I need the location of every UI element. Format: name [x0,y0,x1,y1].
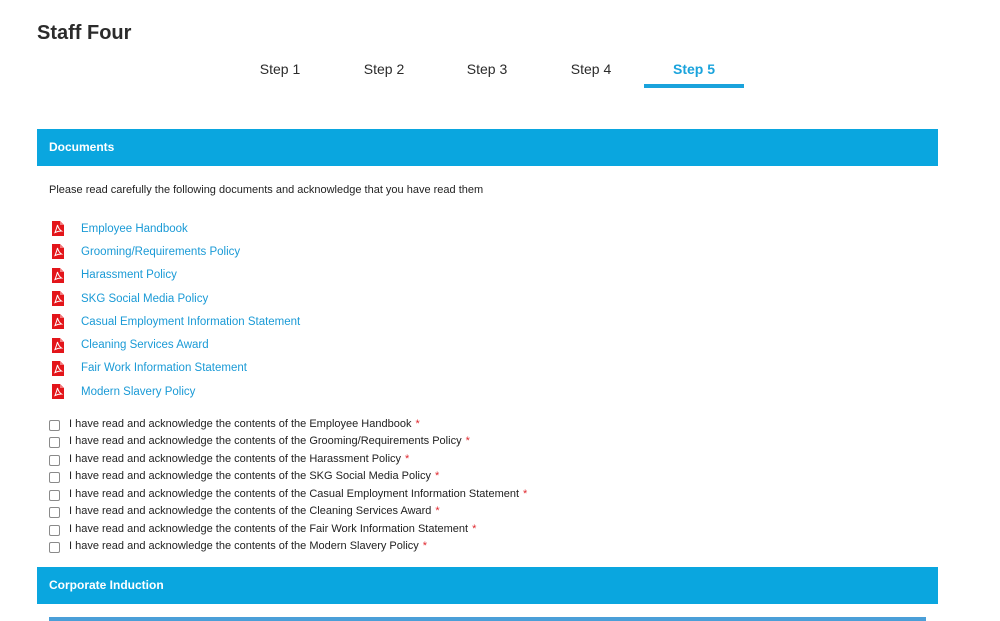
required-marker: * [422,540,428,553]
tab-step-5[interactable]: Step 5 [644,60,744,90]
acknowledgement-label[interactable]: I have read and acknowledge the contents… [69,453,401,465]
document-link[interactable]: SKG Social Media Policy [81,293,208,305]
acknowledgement-label[interactable]: I have read and acknowledge the contents… [69,435,462,447]
document-link[interactable]: Fair Work Information Statement [81,362,247,374]
acknowledge-checkbox[interactable] [49,542,60,554]
tab-step-3[interactable]: Step 3 [437,60,537,90]
acknowledgement-label[interactable]: I have read and acknowledge the contents… [69,470,431,482]
corporate-induction-section-header[interactable]: Corporate Induction [37,567,938,604]
acknowledge-checkbox[interactable] [49,437,60,449]
acknowledge-checkbox[interactable] [49,454,60,466]
step-tabs: Step 1 Step 2 Step 3 Step 4 Step 5 [0,60,1000,90]
document-item: Cleaning Services Award [52,333,300,356]
pdf-icon[interactable] [52,221,64,237]
tab-step-2[interactable]: Step 2 [334,60,434,90]
pdf-icon[interactable] [52,384,64,400]
documents-intro-text: Please read carefully the following docu… [49,184,484,196]
page: Staff Four Step 1 Step 2 Step 3 Step 4 S… [0,0,1000,621]
acknowledgement-label[interactable]: I have read and acknowledge the contents… [69,418,411,430]
acknowledgement-item: I have read and acknowledge the contents… [49,433,527,451]
required-marker: * [405,452,410,465]
acknowledgement-item: I have read and acknowledge the contents… [49,520,527,538]
required-marker: * [435,470,440,483]
pdf-icon[interactable] [52,267,64,283]
document-link[interactable]: Employee Handbook [81,223,188,235]
document-link[interactable]: Modern Slavery Policy [81,386,195,398]
pdf-icon[interactable] [52,360,64,376]
document-item: Grooming/Requirements Policy [52,240,300,263]
pdf-icon[interactable] [52,291,64,307]
acknowledgement-label[interactable]: I have read and acknowledge the contents… [69,488,519,500]
acknowledge-checkbox[interactable] [49,489,60,501]
document-item: SKG Social Media Policy [52,287,300,310]
acknowledgement-label[interactable]: I have read and acknowledge the contents… [69,523,468,535]
required-marker: * [523,487,528,500]
acknowledgement-item: I have read and acknowledge the contents… [49,415,527,433]
acknowledgement-item: I have read and acknowledge the contents… [49,485,527,503]
acknowledge-checkbox[interactable] [49,524,60,536]
tab-step-1[interactable]: Step 1 [230,60,330,90]
acknowledge-checkbox[interactable] [49,419,60,431]
document-item: Harassment Policy [52,264,300,287]
document-item: Fair Work Information Statement [52,357,300,380]
acknowledgement-item: I have read and acknowledge the contents… [49,538,527,556]
page-title: Staff Four [37,22,132,44]
acknowledge-checkbox[interactable] [49,507,60,519]
document-item: Employee Handbook [52,217,300,240]
document-item: Casual Employment Information Statement [52,310,300,333]
acknowledgement-item: I have read and acknowledge the contents… [49,503,527,521]
document-link[interactable]: Casual Employment Information Statement [81,316,300,328]
acknowledgement-item: I have read and acknowledge the contents… [49,468,527,486]
document-item: Modern Slavery Policy [52,380,300,403]
document-list: Employee Handbook Grooming/Requirements P… [52,217,300,403]
document-link[interactable]: Harassment Policy [81,269,177,281]
acknowledgement-label[interactable]: I have read and acknowledge the contents… [69,505,431,517]
required-marker: * [472,522,477,535]
acknowledgement-list: I have read and acknowledge the contents… [49,415,527,555]
required-marker: * [415,417,420,430]
document-link[interactable]: Cleaning Services Award [81,339,209,351]
acknowledge-checkbox[interactable] [49,472,60,484]
document-link[interactable]: Grooming/Requirements Policy [81,246,240,258]
documents-section-header[interactable]: Documents [37,129,938,166]
pdf-icon[interactable] [52,314,64,330]
acknowledgement-item: I have read and acknowledge the contents… [49,450,527,468]
section-divider [49,617,926,621]
acknowledgement-label[interactable]: I have read and acknowledge the contents… [69,540,419,552]
pdf-icon[interactable] [52,337,64,353]
tab-step-4[interactable]: Step 4 [541,60,641,90]
required-marker: * [435,505,440,518]
pdf-icon[interactable] [52,244,64,260]
required-marker: * [465,435,470,448]
